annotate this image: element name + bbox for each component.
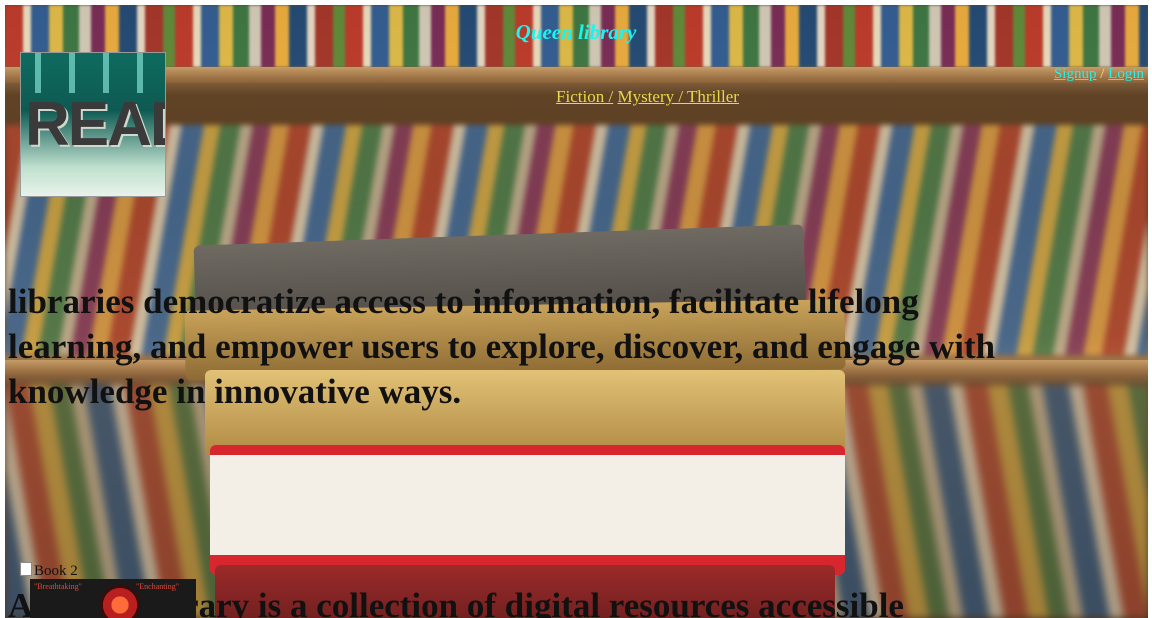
genre-nav: Fiction / Mystery / Thriller	[0, 87, 1152, 107]
thumbnail-quote-right: "Enchanting"	[136, 582, 179, 591]
shelf-board	[5, 67, 1148, 83]
nav-link-fiction[interactable]: Fiction /	[556, 87, 613, 106]
thumbnail-quote-left: "Breathtaking"	[34, 582, 82, 591]
page: Queen library Signup / Login Fiction / M…	[0, 0, 1152, 618]
login-link[interactable]: Login	[1108, 66, 1144, 82]
broken-image-icon	[20, 562, 32, 576]
book-image-alt: Book 2	[34, 563, 78, 579]
read-logo-image: READ	[20, 52, 166, 197]
nav-link-mystery-thriller[interactable]: Mystery / Thriller	[617, 87, 739, 106]
logo-lights	[21, 53, 165, 93]
stacked-book	[210, 445, 845, 575]
book-thumbnail[interactable]: "Breathtaking" "Enchanting"	[30, 579, 196, 618]
auth-links: Signup / Login	[1054, 66, 1144, 83]
signup-link[interactable]: Signup	[1054, 66, 1097, 82]
auth-separator: /	[1100, 66, 1105, 82]
thumbnail-emblem	[100, 585, 140, 618]
site-title: Queen library	[515, 20, 637, 44]
hero-text: libraries democratize access to informat…	[8, 282, 996, 411]
book-image-broken: Book 2	[20, 562, 78, 580]
logo-text: READ	[25, 90, 165, 159]
